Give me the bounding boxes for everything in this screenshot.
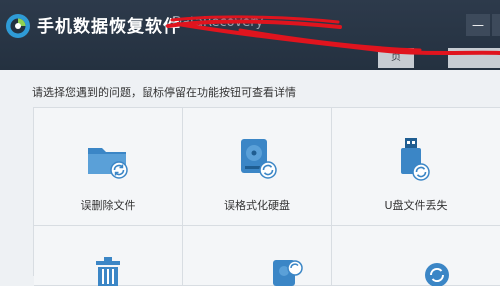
instruction-text: 请选择您遇到的问题，鼠标停留在功能按钮可查看详情 <box>32 86 296 99</box>
option-refresh[interactable] <box>332 226 500 286</box>
tab-secondary[interactable] <box>448 48 500 68</box>
option-formatted-disk[interactable]: 误格式化硬盘 <box>183 108 332 226</box>
option-usb-lost-files[interactable]: U盘文件丢失 <box>332 108 500 226</box>
option-deleted-files[interactable]: 误删除文件 <box>34 108 183 226</box>
option-label: 误删除文件 <box>80 199 136 212</box>
option-device-restore[interactable] <box>183 226 332 286</box>
option-grid: 误删除文件 误格式化硬盘 U盘文件丢失 <box>33 107 500 286</box>
device-restore-icon <box>273 260 303 286</box>
harddisk-restore-icon <box>241 139 277 179</box>
close-button[interactable] <box>492 14 500 36</box>
refresh-icon <box>425 263 449 286</box>
folder-restore-icon <box>88 148 128 179</box>
option-recycle-bin[interactable] <box>34 226 183 286</box>
app-logo-icon <box>6 14 30 38</box>
tab-page[interactable]: 页 <box>378 48 414 68</box>
option-label: U盘文件丢失 <box>384 199 448 212</box>
minimize-button[interactable]: — <box>466 14 490 36</box>
app-title: 手机数据恢复软件 <box>37 17 181 37</box>
title-bar: 手机数据恢复软件 DataRecovery — 页 <box>0 0 500 70</box>
usb-drive-restore-icon <box>401 138 430 181</box>
option-label: 误格式化硬盘 <box>224 199 290 212</box>
app-subtitle: DataRecovery <box>172 15 264 30</box>
recycle-bin-icon <box>96 257 120 286</box>
